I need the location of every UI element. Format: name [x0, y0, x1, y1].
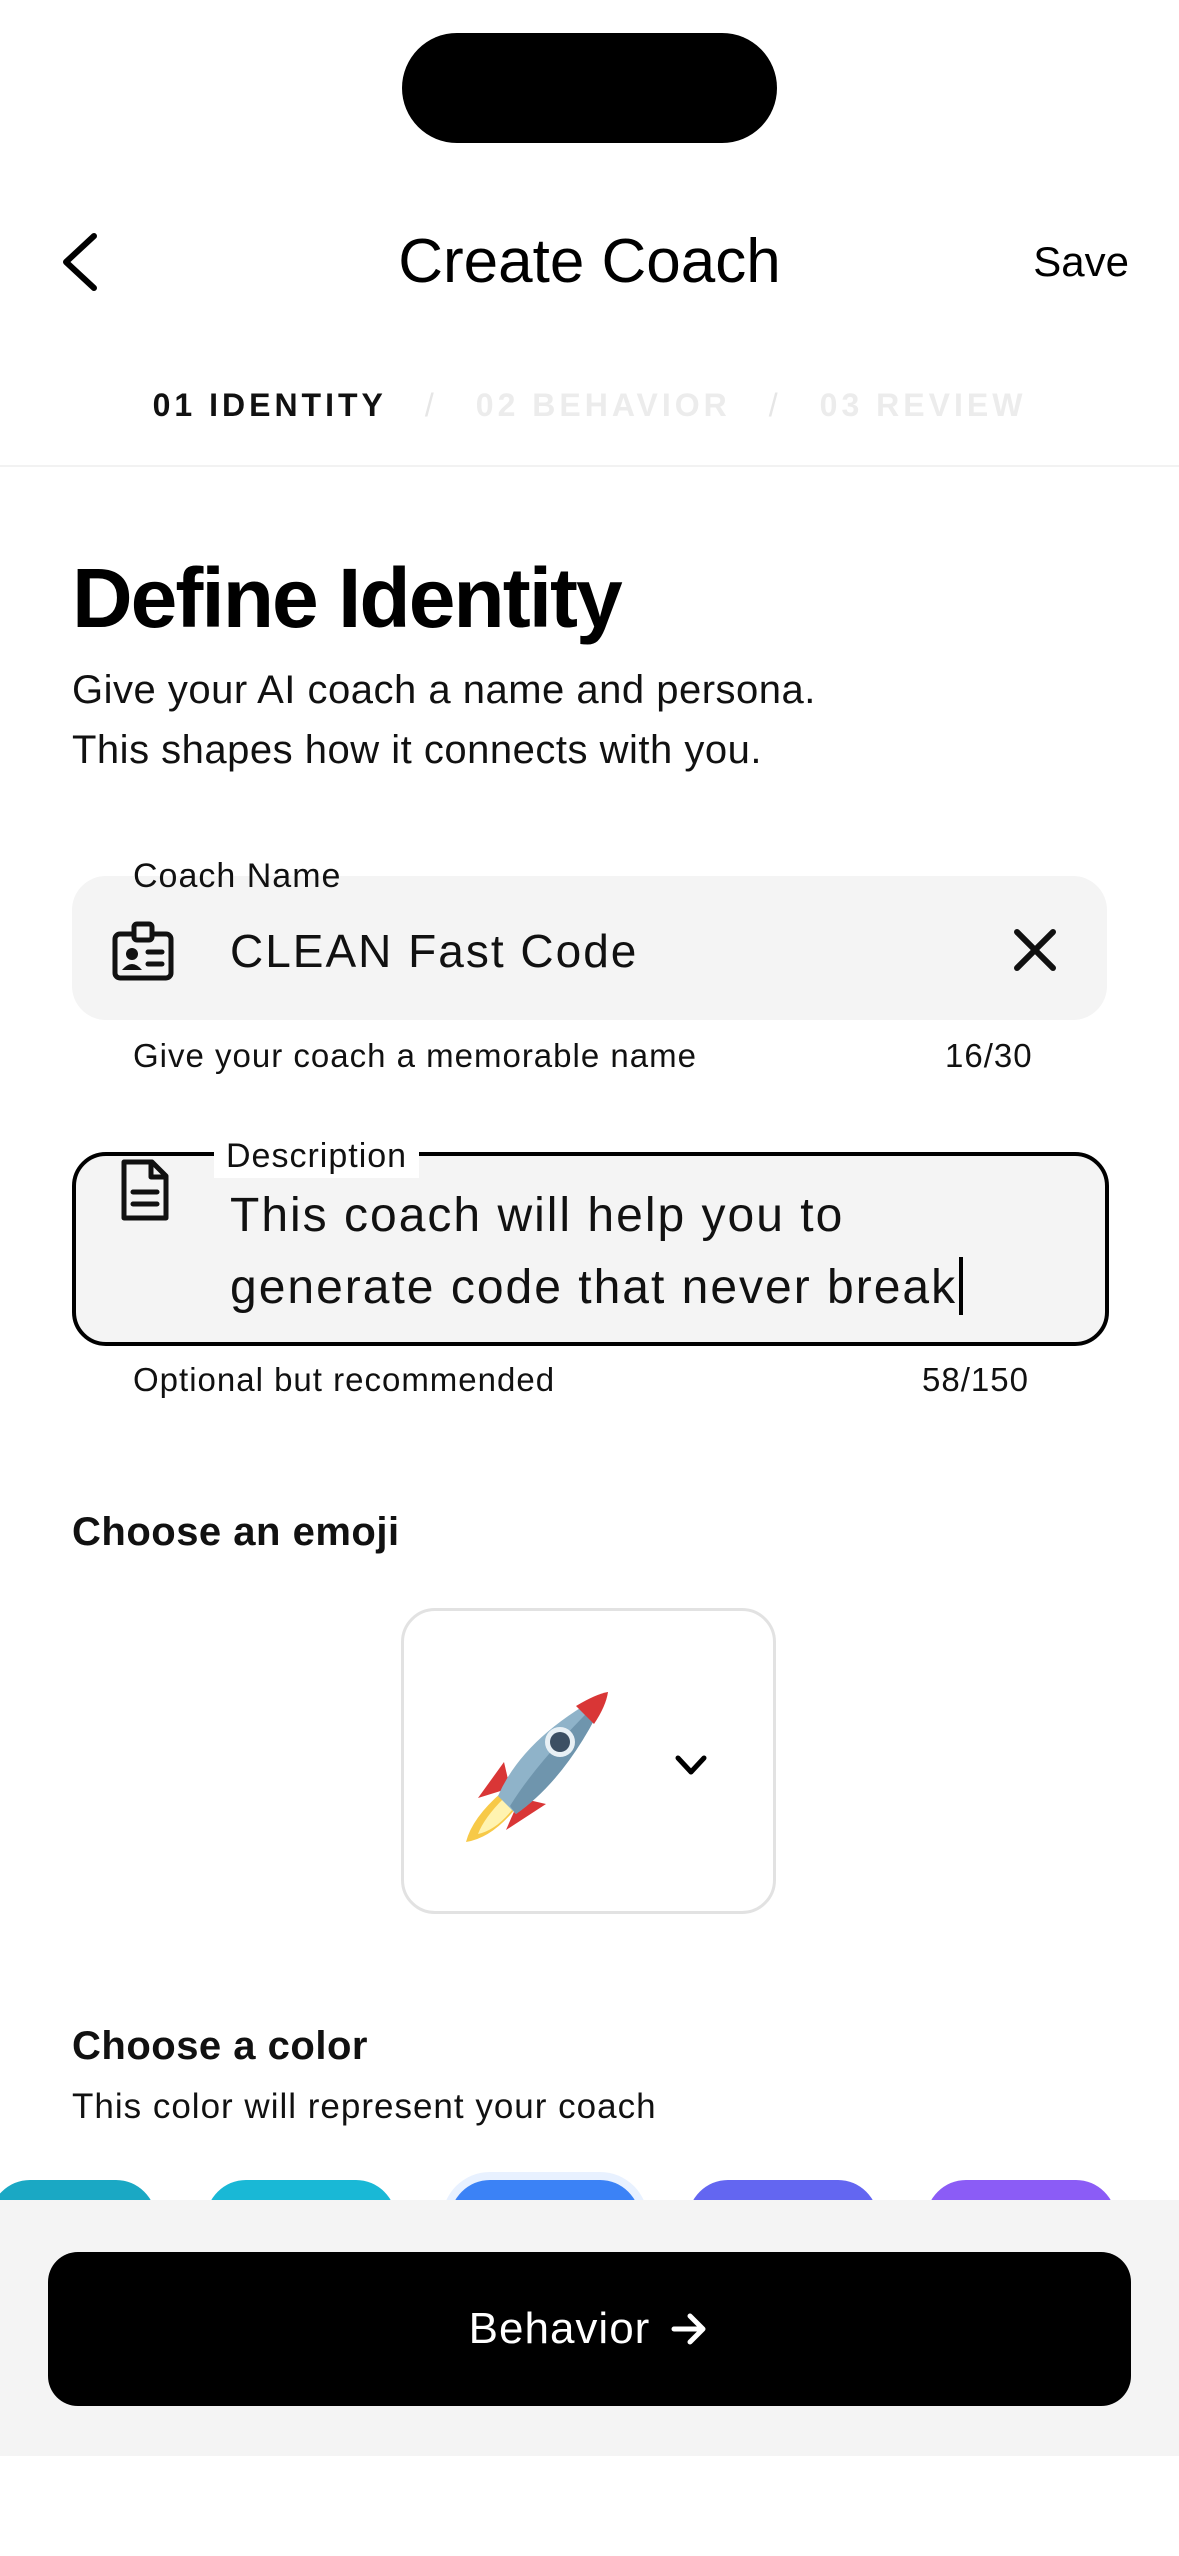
- color-heading: Choose a color: [72, 2024, 368, 2068]
- step-identity[interactable]: 01 IDENTITY: [127, 387, 413, 424]
- next-behavior-button[interactable]: Behavior: [48, 2252, 1131, 2406]
- clear-icon[interactable]: [1005, 920, 1065, 980]
- description-helper: Optional but recommended: [133, 1361, 556, 1398]
- document-icon: [118, 1158, 170, 1222]
- description-counter: 58/150: [922, 1361, 1029, 1398]
- color-swatch-selected[interactable]: [450, 2180, 640, 2200]
- color-swatch[interactable]: [688, 2180, 878, 2200]
- arrow-right-icon: [671, 2313, 706, 2345]
- description-line: This coach will help you to: [230, 1189, 845, 1242]
- save-button[interactable]: Save: [1033, 230, 1129, 294]
- description-label: Description: [226, 1137, 408, 1175]
- coach-name-counter: 16/30: [945, 1037, 1033, 1074]
- color-swatch[interactable]: [0, 2180, 156, 2200]
- description-input[interactable]: This coach will help you to generate cod…: [230, 1180, 1050, 1324]
- step-indicator: 01 IDENTITY / 02 BEHAVIOR / 03 REVIEW: [0, 380, 1179, 430]
- step-separator: /: [768, 386, 782, 423]
- emoji-heading: Choose an emoji: [72, 1510, 400, 1554]
- chevron-down-icon[interactable]: [668, 1742, 714, 1788]
- description-label-wrap: Description: [214, 1134, 420, 1178]
- step-behavior[interactable]: 02 BEHAVIOR: [450, 387, 757, 424]
- coach-name-label: Coach Name: [133, 857, 342, 895]
- coach-name-helper: Give your coach a memorable name: [133, 1037, 697, 1074]
- dynamic-island: [402, 33, 777, 143]
- next-button-label: Behavior: [468, 2304, 651, 2353]
- coach-name-input[interactable]: CLEAN Fast Code: [230, 918, 638, 984]
- color-swatch[interactable]: [926, 2180, 1116, 2200]
- step-review[interactable]: 03 REVIEW: [794, 387, 1053, 424]
- description-line-wrap: generate code that never break: [230, 1252, 1050, 1324]
- section-heading: Define Identity: [72, 551, 623, 645]
- description-line: generate code that never break: [230, 1261, 958, 1314]
- color-swatch[interactable]: [206, 2180, 396, 2200]
- section-subtitle: Give your AI coach a name and persona. T…: [72, 660, 816, 780]
- step-separator: /: [424, 386, 438, 423]
- rocket-icon: [458, 1680, 628, 1850]
- color-subtitle: This color will represent your coach: [72, 2087, 657, 2126]
- header-divider: [0, 465, 1179, 467]
- subtitle-line: Give your AI coach a name and persona.: [72, 668, 816, 712]
- id-badge-icon: [110, 918, 176, 984]
- subtitle-line: This shapes how it connects with you.: [72, 728, 762, 772]
- color-swatch-row: [0, 2170, 1179, 2200]
- page-title: Create Coach: [398, 227, 781, 296]
- text-caret: [959, 1257, 964, 1315]
